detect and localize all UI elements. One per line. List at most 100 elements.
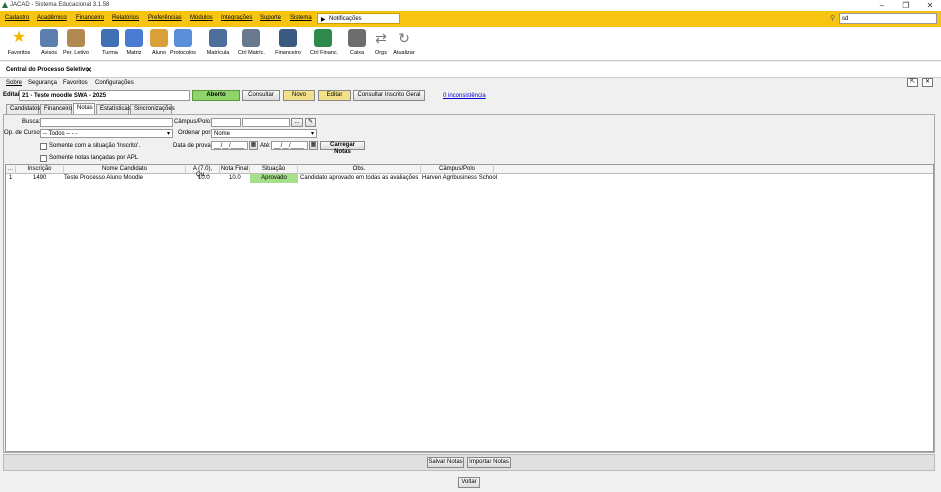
close-window-button[interactable]: ✕ <box>920 0 940 11</box>
table-header: ... Inscrição Nome Candidato A (7.0), Qu… <box>6 165 933 178</box>
toolbar-label: Matriz <box>126 50 142 56</box>
importar-notas-button[interactable]: Importar Notas <box>467 457 511 468</box>
toolbar-enrollment-control-button[interactable]: Ctrl Matríc. <box>238 29 265 61</box>
menu-academico[interactable]: Acadêmico <box>37 15 67 21</box>
col-campus[interactable]: Câmpus/Polo <box>421 166 494 174</box>
menu-financeiro[interactable]: Financeiro <box>76 15 104 21</box>
toolbar-protocol-button[interactable]: Protocolos <box>170 29 196 61</box>
opcurso-label: Op. de Curso: <box>4 130 42 136</box>
eraser-icon[interactable]: ✎ <box>305 118 316 127</box>
toolbar-envelope-button[interactable]: Avisos <box>36 29 62 61</box>
date-from-input[interactable]: __/__/____ <box>211 141 248 150</box>
cell-avaliacao[interactable]: 10.0 <box>198 175 210 183</box>
tab-candidatos[interactable]: Candidatos <box>6 104 40 114</box>
col-situacao[interactable]: Situação <box>250 166 298 174</box>
col-nota-final[interactable]: Nota Final <box>220 166 250 174</box>
tab-central-processo-seletivo[interactable]: Central do Processo Seletivo <box>6 67 89 73</box>
minimize-button[interactable]: – <box>872 0 892 11</box>
campus-lookup-button[interactable]: ... <box>291 118 303 127</box>
toolbar-refresh-button[interactable]: ↻ Atualizar <box>391 29 417 61</box>
search-icon: ⚲ <box>830 15 836 22</box>
menu-modulos[interactable]: Módulos <box>190 15 213 21</box>
toolbar-label: Atualizar <box>393 50 415 56</box>
table-row[interactable]: 1 1490 Teste Processo Aluno Moodle 10.0 … <box>6 174 933 183</box>
checkbox-inscrito[interactable] <box>40 143 47 150</box>
busca-input[interactable] <box>40 118 173 127</box>
tab-notas[interactable]: Notas <box>73 103 95 114</box>
novo-button[interactable]: Novo <box>283 90 315 101</box>
toolbar-student-button[interactable]: Aluno <box>146 29 172 61</box>
menu-sistema[interactable]: Sistema <box>290 15 312 21</box>
cell-inscricao: 1490 <box>33 175 47 181</box>
checkbox-apl[interactable] <box>40 155 47 162</box>
detach-icon[interactable]: ⇱ <box>907 78 918 87</box>
search-value: sd <box>842 16 849 22</box>
submenu-favoritos[interactable]: Favoritos <box>63 80 88 86</box>
tab-estatisticas[interactable]: Estatísticas <box>96 104 131 114</box>
menu-cadastro[interactable]: Cadastro <box>5 15 29 21</box>
checkbox-inscrito-label: Somente com a situação 'Inscrito'. <box>49 143 140 149</box>
matrix-icon <box>125 29 143 47</box>
submenu-sobre[interactable]: Sobre <box>6 80 22 86</box>
finance-icon <box>279 29 297 47</box>
tab-sincronizacoes[interactable]: Sincronizações <box>130 104 175 114</box>
opcurso-select[interactable]: -- Todos -- - - ▾ <box>40 129 173 138</box>
finance-control-icon <box>314 29 332 47</box>
toolbar-label: Avisos <box>40 50 58 56</box>
submenu-configuracoes[interactable]: Configurações <box>95 80 134 86</box>
cell-campus: Harven Agribusiness School <box>422 175 498 181</box>
protocol-icon <box>174 29 192 47</box>
toolbar-class-button[interactable]: Turma <box>97 29 123 61</box>
campus-name-input[interactable] <box>242 118 290 127</box>
toolbar-calendar-button[interactable]: Per. Letivo <box>63 29 89 61</box>
toolbar-label: Matrícula <box>206 50 230 56</box>
menu-relatorios[interactable]: Relatórios <box>112 15 139 21</box>
class-icon <box>101 29 119 47</box>
toolbar-star-button[interactable]: ★ Favoritos <box>6 29 32 61</box>
cell-obs: Candidato aprovado em todas as avaliaçõe… <box>300 175 419 181</box>
search-input[interactable]: sd <box>839 13 937 24</box>
consultar-button[interactable]: Consultar <box>242 90 280 101</box>
col-avaliacao[interactable]: A (7.0), Qu... <box>186 166 220 178</box>
close-panel-icon[interactable]: ✕ <box>922 78 933 87</box>
play-icon: ▶ <box>321 17 326 23</box>
orgs-icon: ⇄ <box>375 30 387 46</box>
voltar-button[interactable]: Voltar <box>458 477 480 488</box>
col-inscricao[interactable]: Inscrição <box>16 166 64 174</box>
calendar-icon[interactable]: ▦ <box>249 141 258 150</box>
toolbar-label: Per. Letivo <box>63 50 89 56</box>
toolbar-enrollment-button[interactable]: Matrícula <box>205 29 231 61</box>
menu-suporte[interactable]: Suporte <box>260 15 281 21</box>
maximize-button[interactable]: ❐ <box>896 0 916 11</box>
toolbar-matrix-button[interactable]: Matriz <box>121 29 147 61</box>
menu-preferencias[interactable]: Preferências <box>148 15 182 21</box>
edital-field[interactable]: 21 - Teste moodle SWA - 2025 <box>19 90 190 101</box>
col-index[interactable]: ... <box>6 166 16 174</box>
tab-financeiro[interactable]: Financeiro <box>40 104 72 114</box>
toolbar-finance-button[interactable]: Financeiro <box>275 29 301 61</box>
inconsistency-link[interactable]: 0 inconsistência <box>443 93 486 99</box>
salvar-notas-button[interactable]: Salvar Notas <box>427 457 464 468</box>
toolbar-label: Protocolos <box>170 50 196 56</box>
close-tab-icon[interactable]: ✕ <box>86 66 92 74</box>
submenu-seguranca[interactable]: Segurança <box>28 80 57 86</box>
dropdown-arrow-icon: ▾ <box>166 131 170 137</box>
calendar-icon[interactable]: ▦ <box>309 141 318 150</box>
notifications-button[interactable]: ▶ Notificações <box>317 13 400 24</box>
menu-integracoes[interactable]: Integrações <box>221 15 252 21</box>
consultar-inscrito-geral-button[interactable]: Consultar Inscrito Geral <box>353 90 425 101</box>
col-obs[interactable]: Obs. <box>298 166 421 174</box>
cell-nota-final: 10.0 <box>229 175 241 181</box>
ordenar-select[interactable]: Nome ▾ <box>211 129 317 138</box>
carregar-notas-button[interactable]: Carregar Notas <box>320 141 365 155</box>
toolbar-cash-register-button[interactable]: Caixa <box>344 29 370 61</box>
campus-code-input[interactable] <box>211 118 241 127</box>
enrollment-control-icon <box>242 29 260 47</box>
toolbar-finance-control-button[interactable]: Ctrl Financ. <box>310 29 338 61</box>
col-nome-candidato[interactable]: Nome Candidato <box>64 166 186 174</box>
enrollment-icon <box>209 29 227 47</box>
menu-bar: Cadastro Acadêmico Financeiro Relatórios… <box>0 11 941 27</box>
notifications-label: Notificações <box>329 16 362 22</box>
editar-button[interactable]: Editar <box>318 90 351 101</box>
date-to-input[interactable]: __/__/____ <box>271 141 308 150</box>
